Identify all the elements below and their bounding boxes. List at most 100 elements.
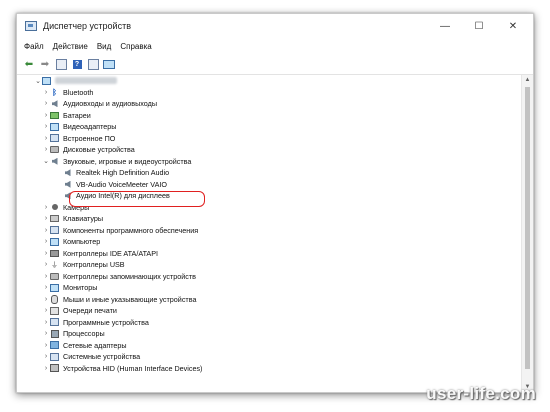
help-icon: ? [72, 59, 82, 69]
expand-arrow-icon[interactable]: › [42, 146, 50, 153]
tree-item-label: Мыши и иные указывающие устройства [63, 294, 197, 304]
menu-view[interactable]: Вид [97, 42, 111, 51]
expand-arrow-icon[interactable]: › [42, 100, 50, 107]
properties-pane-button[interactable] [87, 58, 99, 70]
expand-arrow-icon[interactable]: › [42, 227, 50, 234]
menu-help[interactable]: Справка [120, 42, 151, 51]
collapse-arrow-icon[interactable]: ⌄ [42, 157, 50, 165]
minimize-button[interactable]: — [429, 14, 461, 38]
expand-arrow-icon[interactable]: › [42, 330, 50, 337]
collapse-arrow-icon[interactable]: ⌄ [34, 77, 42, 85]
speaker-icon [63, 169, 72, 177]
device-manager-icon [25, 21, 37, 31]
computer-icon [42, 76, 51, 85]
expand-arrow-icon[interactable]: › [42, 284, 50, 291]
computer-name-blurred [55, 77, 117, 85]
expand-arrow-icon[interactable]: › [42, 261, 50, 268]
menu-action[interactable]: Действие [53, 42, 88, 51]
tree-category-item[interactable]: › Компьютер [17, 236, 522, 248]
scroll-thumb[interactable] [525, 87, 530, 369]
expand-arrow-icon[interactable]: › [42, 215, 50, 222]
tree-device-item[interactable]: VB-Audio VoiceMeeter VAIO [17, 179, 522, 191]
tree-category-item[interactable]: › Контроллеры IDE ATA/ATAPI [17, 248, 522, 260]
properties-button[interactable] [55, 58, 67, 70]
expand-arrow-icon[interactable]: › [42, 307, 50, 314]
help-button[interactable]: ? [71, 58, 83, 70]
tree-category-item[interactable]: › Аудиовходы и аудиовыходы [17, 98, 522, 110]
usb-icon: ⏚ [51, 261, 58, 269]
expand-arrow-icon[interactable]: › [42, 123, 50, 130]
expand-arrow-icon[interactable]: › [42, 365, 50, 372]
expand-arrow-icon[interactable]: › [42, 273, 50, 280]
storage-icon [50, 272, 59, 280]
expand-arrow-icon[interactable]: › [42, 296, 50, 303]
expand-arrow-icon[interactable]: › [42, 319, 50, 326]
tree-item-label: Контроллеры запоминающих устройств [63, 271, 196, 281]
tree-category-item[interactable]: › Процессоры [17, 328, 522, 340]
tree-category-item[interactable]: › Видеоадаптеры [17, 121, 522, 133]
scan-hardware-button[interactable] [103, 58, 115, 70]
tree-item-label: Дисковые устройства [63, 145, 135, 155]
tree-item-label: Сетевые адаптеры [63, 340, 127, 350]
tree-category-item[interactable]: › Устройства HID (Human Interface Devices… [17, 363, 522, 375]
tree-category-item[interactable]: › Очереди печати [17, 305, 522, 317]
cpu-icon [50, 329, 59, 338]
title-bar[interactable]: Диспетчер устройств — ☐ ✕ [17, 14, 533, 38]
tree-item-label: Bluetooth [63, 87, 94, 97]
watermark: user-life.com [426, 384, 536, 403]
tree-category-item[interactable]: › Мыши и иные указывающие устройства [17, 294, 522, 306]
monitor-icon [50, 283, 59, 292]
tree-category-item[interactable]: › Компоненты программного обеспечения [17, 225, 522, 237]
expand-arrow-icon[interactable]: › [42, 250, 50, 257]
expand-arrow-icon[interactable]: › [42, 89, 50, 96]
tree-category-item[interactable]: › Контроллеры запоминающих устройств [17, 271, 522, 283]
tree-category-item[interactable]: › Сетевые адаптеры [17, 340, 522, 352]
computer-icon [50, 237, 59, 246]
vertical-scrollbar[interactable]: ▲ ▼ [521, 75, 533, 392]
device-manager-window: Диспетчер устройств — ☐ ✕ Файл Действие … [16, 13, 534, 393]
keyboard-icon [50, 215, 59, 223]
tree-item-label: Клавиатуры [63, 214, 104, 224]
tree-category-item[interactable]: ⌄ Звуковые, игровые и видеоустройства [17, 156, 522, 168]
menu-file[interactable]: Файл [24, 42, 44, 51]
tree-category-item[interactable]: › Системные устройства [17, 351, 522, 363]
disk-icon [50, 146, 59, 154]
device-tree: ⌄ › ᛒ Bluetooth › Аудиовходы и аудиовыходы › Б… [17, 75, 522, 392]
scroll-up-icon[interactable]: ▲ [522, 75, 533, 85]
chip-icon [50, 226, 59, 235]
tree-item-label: Батареи [63, 110, 91, 120]
tree-device-item[interactable]: Realtek High Definition Audio [17, 167, 522, 179]
tree-category-item[interactable]: › ᛒ Bluetooth [17, 87, 522, 99]
tree-category-item[interactable]: › Программные устройства [17, 317, 522, 329]
tree-item-label: Процессоры [63, 329, 105, 339]
expand-arrow-icon[interactable]: › [42, 238, 50, 245]
tree-category-item[interactable]: › Мониторы [17, 282, 522, 294]
expand-arrow-icon[interactable]: › [42, 353, 50, 360]
expand-arrow-icon[interactable]: › [42, 342, 50, 349]
tree-item-label: Системные устройства [63, 352, 141, 362]
close-button[interactable]: ✕ [497, 14, 529, 38]
tree-category-item[interactable]: › Батареи [17, 110, 522, 122]
tree-item-label: Компьютер [63, 237, 101, 247]
system-icon [50, 352, 59, 361]
tree-category-item[interactable]: › Встроенное ПО [17, 133, 522, 145]
tree-root[interactable]: ⌄ [17, 75, 522, 87]
tree-category-item[interactable]: › Клавиатуры [17, 213, 522, 225]
maximize-button[interactable]: ☐ [463, 14, 495, 38]
monitor-icon [103, 59, 115, 69]
expand-arrow-icon[interactable]: › [42, 112, 50, 119]
back-icon[interactable]: ⬅ [23, 58, 35, 70]
bluetooth-icon: ᛒ [52, 87, 57, 97]
expand-arrow-icon[interactable]: › [42, 204, 50, 211]
tree-item-label: Контроллеры USB [63, 260, 125, 270]
tree-category-item[interactable]: › Дисковые устройства [17, 144, 522, 156]
tree-item-label: Realtek High Definition Audio [76, 168, 170, 178]
tree-category-item[interactable]: › ⏚ Контроллеры USB [17, 259, 522, 271]
tree-item-label: VB-Audio VoiceMeeter VAIO [76, 179, 167, 189]
forward-icon[interactable]: ➡ [39, 58, 51, 70]
camera-icon [50, 203, 59, 211]
monitor-icon [50, 122, 59, 131]
expand-arrow-icon[interactable]: › [42, 135, 50, 142]
tree-item-label: Аудиовходы и аудиовыходы [63, 99, 157, 109]
hid-icon [50, 364, 59, 373]
